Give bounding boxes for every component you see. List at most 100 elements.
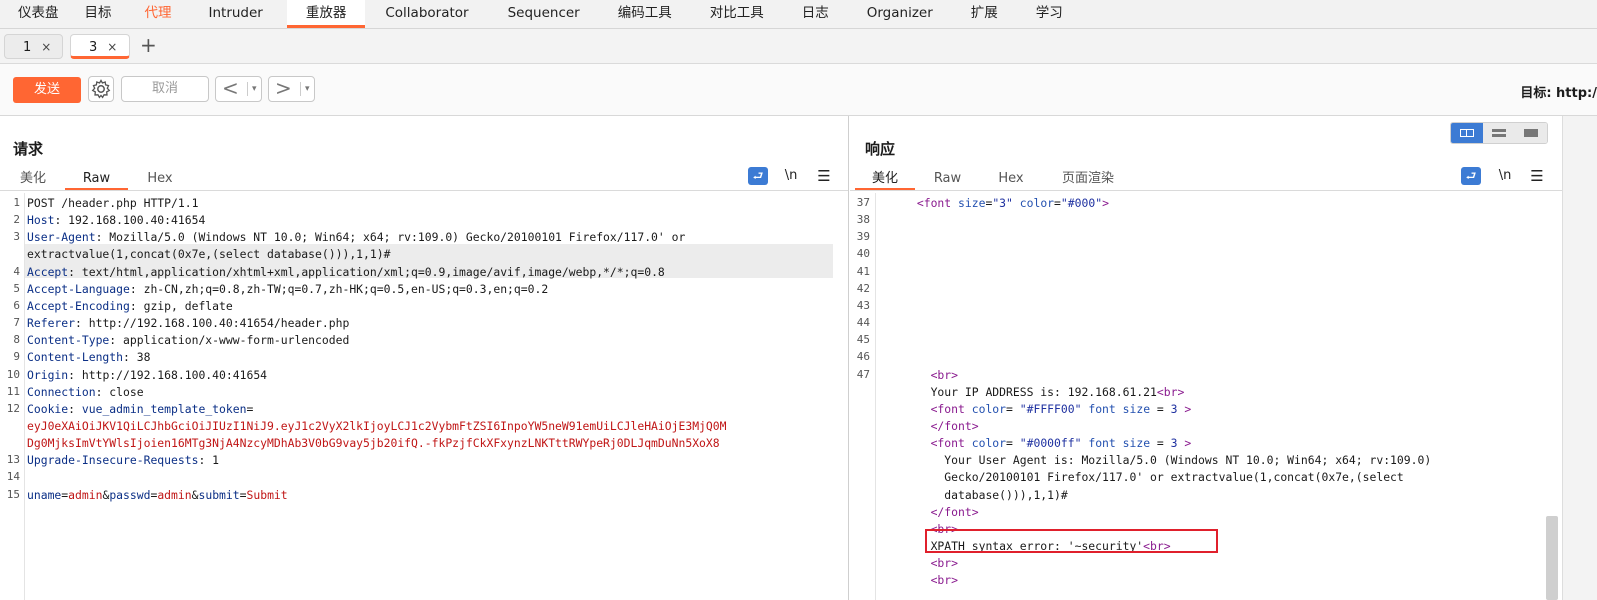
menu-tab-comparer[interactable]: 对比工具 [691,0,783,28]
menu-tab-dashboard[interactable]: 仪表盘 [0,0,72,28]
target-url[interactable]: 目标: http:/ [1520,82,1597,101]
request-line: Cookie: vue_admin_template_token= [27,402,838,416]
request-line: Dg0MjksImVtYWlsIjoien16MTg3NjA4NzcyMDhAb… [27,436,838,450]
code-token: extractvalue(1,concat(0x7e,(select datab… [27,247,391,262]
code-token: font size [1088,401,1151,416]
request-line: Content-Type: application/x-www-form-url… [27,333,838,347]
split-vertical-icon[interactable] [1483,123,1515,143]
code-token: : zh-CN,zh;q=0.8,zh-TW;q=0.7,zh-HK;q=0.5… [129,281,549,296]
code-token: Accept-Language [27,281,130,296]
menu-tab-repeater[interactable]: 重放器 [286,0,366,28]
tab-raw[interactable]: Raw [925,169,970,190]
request-line: extractvalue(1,concat(0x7e,(select datab… [27,247,838,261]
code-token: <br> [930,573,959,588]
tab-raw[interactable]: Raw [65,169,128,190]
tab-hex[interactable]: Hex [990,169,1032,190]
tab-render[interactable]: 页面渲染 [1055,169,1121,190]
menu-tab-organizer[interactable]: Organizer [848,0,952,28]
repeater-tab-1[interactable]: 1 × [4,34,63,59]
menu-tab-collaborator[interactable]: Collaborator [365,0,488,28]
wrap-lines-icon[interactable]: ⮐ [748,167,768,185]
repeater-tab-3[interactable]: 3 × [70,34,130,59]
line-number: 10 [6,367,20,381]
menu-tab-sequencer[interactable]: Sequencer [489,0,599,28]
forward-button[interactable]: > ▾ [268,76,315,102]
code-token: </font> [930,504,979,519]
line-number: 43 [856,298,870,312]
chevron-down-icon[interactable]: ▾ [300,82,310,96]
menu-tab-logger[interactable]: 日志 [783,0,848,28]
response-pane: 响应 美化 Raw Hex 页面渲染 ⮐ \n ☰ 37 38 39 40 41 42 43… [850,116,1562,600]
code-token: color [971,401,1007,416]
tab-hex[interactable]: Hex [136,169,184,190]
request-line: POST /header.php HTTP/1.1 [27,196,838,210]
split-horizontal-icon[interactable] [1451,123,1483,143]
code-token: passwd [109,487,151,502]
menu-icon[interactable]: ☰ [1527,167,1547,185]
menu-tab-decoder[interactable]: 编码工具 [599,0,691,28]
code-token: </font> [930,418,979,433]
line-number: 47 [856,367,870,381]
code-token: Connection [27,384,96,399]
line-number: 42 [856,281,870,295]
response-line: <br> [910,368,1552,382]
code-token: > [1102,196,1109,210]
code-token: 3 [1170,436,1178,451]
right-side-strip [1562,116,1597,600]
line-number: 7 [13,316,20,330]
line-number: 39 [856,230,870,244]
response-line: <br> [910,573,1552,587]
code-token: : close [95,384,144,399]
request-line: Accept-Encoding: gzip, deflate [27,299,838,313]
menu-icon[interactable]: ☰ [814,167,834,185]
settings-button[interactable] [88,76,114,102]
request-line: Origin: http://192.168.100.40:41654 [27,368,838,382]
tab-pretty[interactable]: 美化 [8,169,58,190]
code-token: color [971,436,1007,451]
repeater-tab-bar: 1 × 3 × [0,29,1597,64]
send-button[interactable]: 发送 [13,77,81,103]
close-icon[interactable]: × [107,40,117,54]
add-tab-icon[interactable]: + [140,34,157,56]
menu-tab-target[interactable]: 目标 [72,0,125,28]
menu-tab-extensions[interactable]: 扩展 [952,0,1017,28]
newline-toggle-icon[interactable]: \n [1495,167,1515,185]
response-line: </font> [910,505,1552,519]
code-token: = [1150,436,1171,451]
back-button[interactable]: < ▾ [215,76,262,102]
close-icon[interactable]: × [41,40,51,54]
code-token: : gzip, deflate [129,298,233,313]
line-number: 8 [13,333,20,347]
menu-tab-intruder[interactable]: Intruder [196,0,287,28]
code-token: color [1019,196,1055,210]
response-view-tabs: 美化 Raw Hex 页面渲染 [850,166,1562,191]
line-number: 12 [6,401,20,415]
single-pane-icon[interactable] [1515,123,1547,143]
code-token: <br> [930,556,959,571]
code-token: Upgrade-Insecure-Requests [27,453,199,468]
code-token: = [1150,401,1171,416]
line-number: 44 [856,316,870,330]
code-token: Your IP ADDRESS is: 192.168.61.21 [930,384,1157,399]
response-line: Gecko/20100101 Firefox/117.0' or extract… [910,470,1552,484]
line-number: 1 [13,196,20,209]
code-token: <br> [930,367,959,382]
wrap-lines-icon[interactable]: ⮐ [1461,167,1481,185]
line-number: 40 [856,247,870,261]
code-token: = [1054,196,1061,210]
code-token: Your User Agent is: Mozilla/5.0 (Windows… [944,453,1432,468]
menu-tab-learn[interactable]: 学习 [1017,0,1082,28]
request-editor[interactable]: 1 POST /header.php HTTP/1.1 2 Host: 192.168… [0,193,848,600]
menu-tab-proxy[interactable]: 代理 [125,0,196,28]
line-number: 41 [856,264,870,278]
line-number: 3 [13,230,20,244]
newline-toggle-icon[interactable]: \n [781,167,801,185]
tab-pretty[interactable]: 美化 [855,169,915,190]
cancel-button[interactable]: 取消 [121,76,209,102]
response-scrollbar-thumb[interactable] [1546,516,1558,600]
chevron-down-icon[interactable]: ▾ [247,82,257,96]
